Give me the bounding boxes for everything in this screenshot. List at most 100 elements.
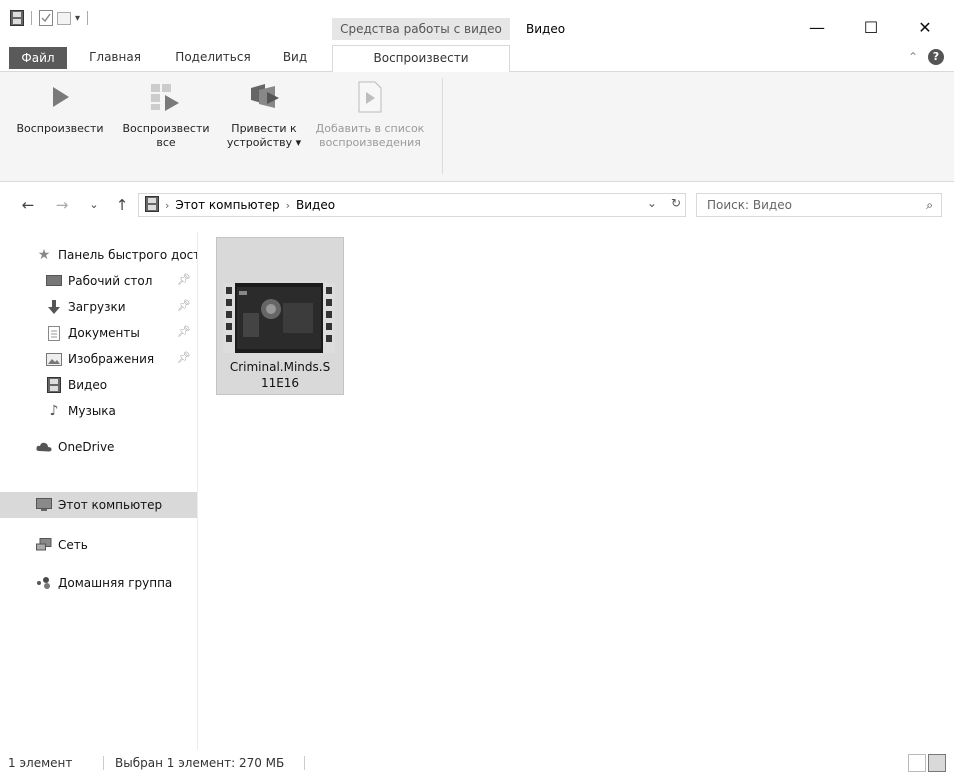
pin-icon[interactable]: 📌︎ [177,351,191,364]
ribbon-controls: ⌃ ? [908,49,944,65]
search-icon[interactable]: ⌕ [926,194,933,216]
address-bar-controls: ⌄ ↻ [647,196,681,210]
desktop-icon [46,273,62,289]
search-box[interactable]: Поиск: Видео ⌕ [696,193,942,217]
play-button[interactable]: Воспроизвести [8,80,112,136]
nav-item-music[interactable]: ♪ Музыка [0,398,197,424]
nav-label: OneDrive [58,440,115,454]
selection-info: Выбран 1 элемент: 270 МБ [115,756,285,770]
title-bar: ▾ Средства работы с видео Видео — ☐ ✕ [0,0,954,40]
play-all-label-1: Воспроизвести [122,122,210,135]
tab-file[interactable]: Файл [9,47,67,69]
cast-label-2: устройству ▾ [226,136,302,149]
homegroup-icon [36,575,52,591]
play-all-button[interactable]: Воспроизвести все [114,80,218,150]
tab-share[interactable]: Поделиться [168,45,258,72]
pictures-icon [46,351,62,367]
video-file-icon [223,283,335,353]
pin-icon[interactable]: 📌︎ [177,273,191,286]
nav-label: Рабочий стол [68,274,153,288]
pin-icon[interactable]: 📌︎ [177,325,191,338]
film-icon[interactable] [10,10,24,26]
play-all-icon [149,80,183,114]
nav-label: Сеть [58,538,88,552]
document-icon [46,325,62,341]
nav-item-homegroup[interactable]: Домашняя группа [0,570,197,596]
add-to-playlist-button[interactable]: Добавить в список воспроизведения [306,80,434,150]
play-all-label-2: все [156,136,176,149]
nav-item-pictures[interactable]: Изображения 📌︎ [0,346,197,372]
play-icon [43,80,77,114]
status-divider-2 [304,756,305,770]
qat-divider-2 [87,11,89,25]
file-tile[interactable]: Criminal.Minds.S 11E16 [216,237,344,395]
add-to-playlist-icon [353,80,387,114]
ribbon-group-divider [442,78,443,174]
quick-access-toolbar: ▾ [10,10,91,26]
refresh-icon[interactable]: ↻ [671,196,681,210]
nav-item-downloads[interactable]: Загрузки 📌︎ [0,294,197,320]
file-name: Criminal.Minds.S 11E16 [217,359,343,391]
view-switcher [908,754,946,772]
back-button[interactable]: ← [18,194,38,216]
cast-to-device-button[interactable]: Привести к устройству ▾ [222,80,306,150]
address-bar[interactable]: › Этот компьютер › Видео ⌄ ↻ [138,193,686,217]
nav-label: Домашняя группа [58,576,173,590]
properties-icon[interactable] [39,10,53,26]
nav-item-desktop[interactable]: Рабочий стол 📌︎ [0,268,197,294]
qat-divider [31,11,32,25]
breadcrumb-this-pc[interactable]: Этот компьютер [175,198,279,212]
window-title: Видео [526,22,566,36]
add-to-playlist-label-2: воспроизведения [319,136,421,149]
status-bar: 1 элемент Выбран 1 элемент: 270 МБ [0,752,954,775]
navigation-pane: ★ Панель быстрого доступа Рабочий стол 📌… [0,232,198,750]
status-divider [103,756,104,770]
play-label: Воспроизвести [16,122,104,135]
music-icon: ♪ [49,403,59,419]
network-icon [36,537,52,553]
nav-item-network[interactable]: Сеть [0,532,197,558]
ribbon-tabs: Файл Главная Поделиться Вид Воспроизвест… [0,45,954,73]
nav-label: Загрузки [68,300,126,314]
file-name-line-1: Criminal.Minds.S [229,360,331,374]
nav-label: Музыка [68,404,116,418]
file-list: Criminal.Minds.S 11E16 [199,232,954,750]
new-folder-icon[interactable] [57,10,71,26]
minimize-button[interactable]: — [794,14,840,40]
breadcrumb-separator[interactable]: › [165,199,169,212]
customize-qat-icon[interactable]: ▾ [75,13,80,24]
computer-icon [36,497,52,513]
collapse-ribbon-icon[interactable]: ⌃ [908,50,918,64]
videos-icon [46,377,62,393]
nav-item-onedrive[interactable]: OneDrive [0,434,197,460]
up-button[interactable]: ↑ [112,194,132,216]
tab-play[interactable]: Воспроизвести [332,45,510,73]
nav-label: Документы [68,326,140,340]
breadcrumb-videos[interactable]: Видео [296,198,335,212]
pin-icon[interactable]: 📌︎ [177,299,191,312]
large-icons-view-icon[interactable] [928,754,946,772]
tab-home[interactable]: Главная [80,45,150,72]
download-icon [46,299,62,315]
maximize-button[interactable]: ☐ [848,14,894,40]
forward-button[interactable]: → [52,194,72,216]
nav-label: Видео [68,378,108,392]
recent-locations-button[interactable]: ⌄ [84,194,104,216]
nav-item-documents[interactable]: Документы 📌︎ [0,320,197,346]
videos-location-icon [145,195,159,215]
nav-label: Панель быстрого доступа [58,248,197,262]
breadcrumb-separator-2[interactable]: › [286,199,290,212]
nav-item-videos[interactable]: Видео [0,372,197,398]
details-view-icon[interactable] [908,754,926,772]
help-icon[interactable]: ? [928,49,944,65]
nav-item-this-pc[interactable]: Этот компьютер [0,492,197,518]
close-button[interactable]: ✕ [902,14,948,40]
search-placeholder: Поиск: Видео [707,198,792,212]
tab-view[interactable]: Вид [272,45,318,72]
address-dropdown-icon[interactable]: ⌄ [647,196,657,210]
add-to-playlist-label-1: Добавить в список [315,122,425,135]
cloud-icon [36,439,52,455]
file-name-line-2: 11E16 [260,376,300,390]
contextual-tab-group-label: Средства работы с видео [332,18,510,40]
nav-item-quick-access[interactable]: ★ Панель быстрого доступа [0,242,197,268]
